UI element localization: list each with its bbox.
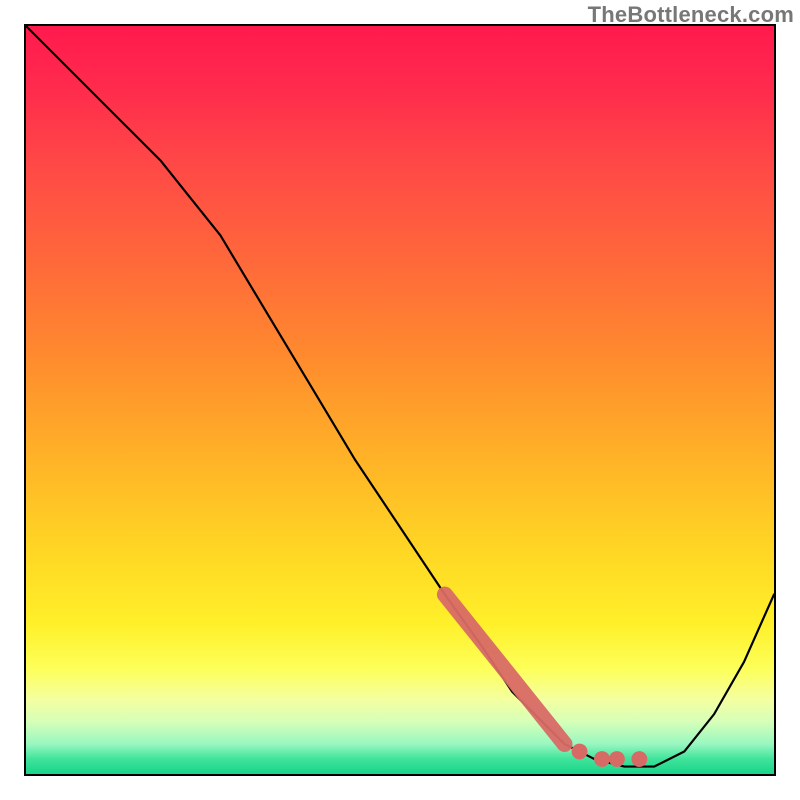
bottleneck-curve — [26, 26, 774, 767]
highlight-dot — [594, 751, 610, 767]
chart-canvas: TheBottleneck.com — [0, 0, 800, 800]
highlight-dot — [572, 744, 588, 760]
chart-overlay — [26, 26, 774, 774]
highlight-dot — [631, 751, 647, 767]
highlight-dot — [609, 751, 625, 767]
highlight-band — [445, 594, 565, 744]
plot-frame — [24, 24, 776, 776]
